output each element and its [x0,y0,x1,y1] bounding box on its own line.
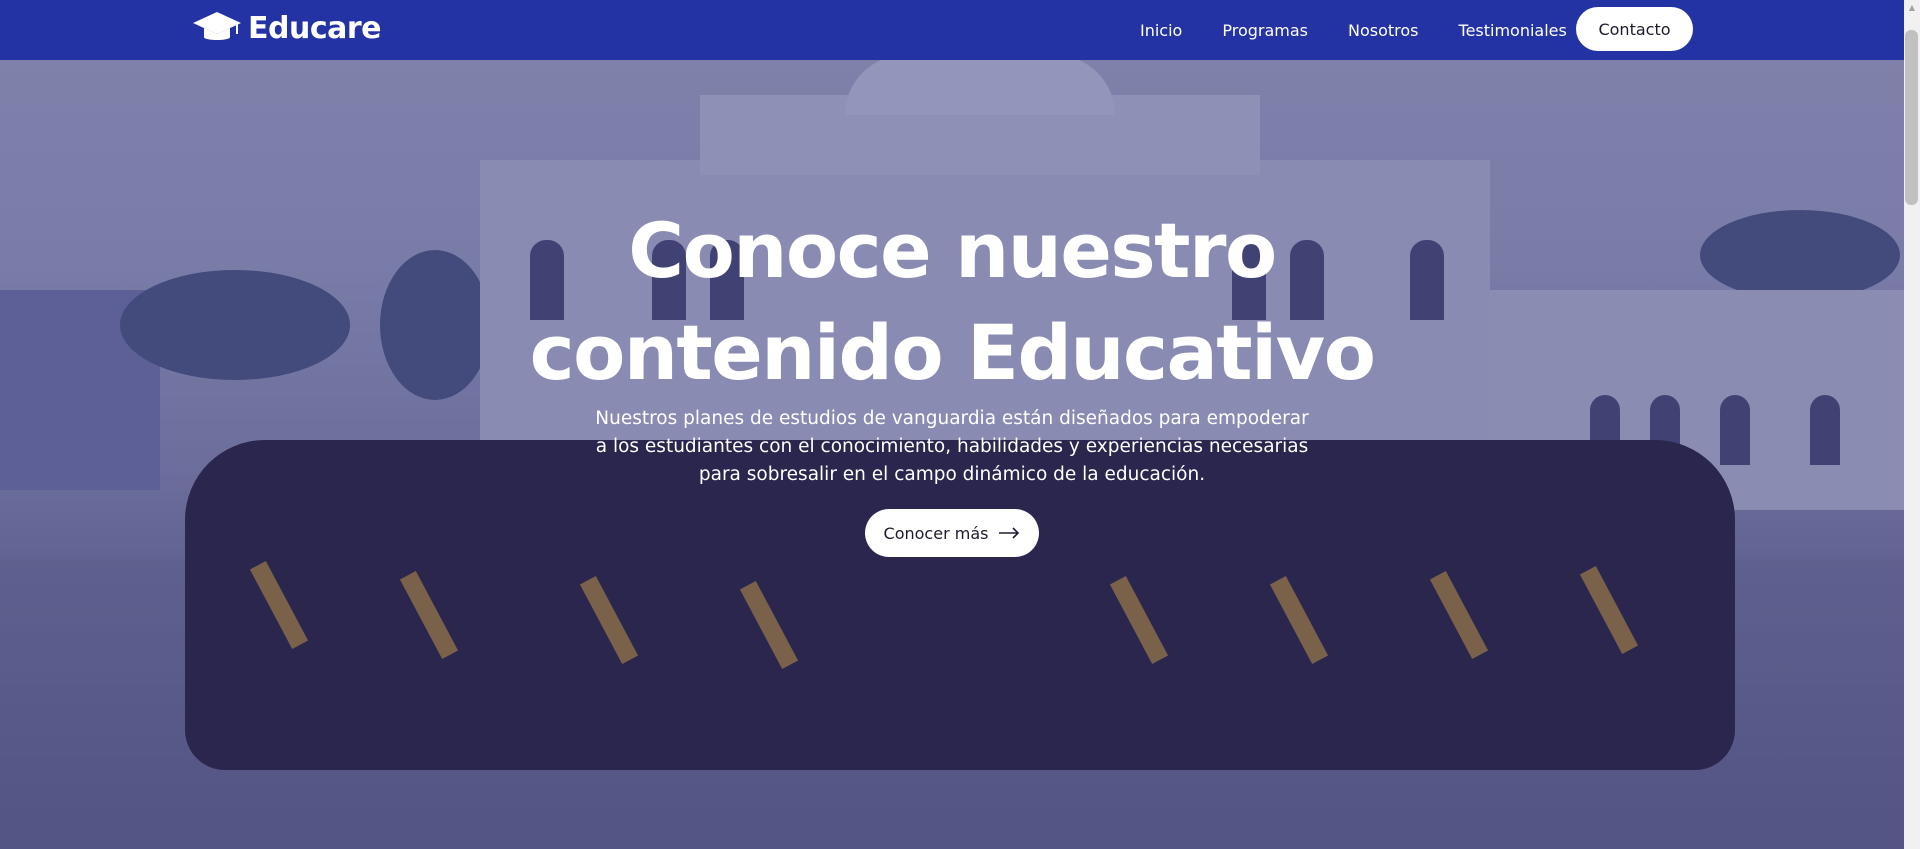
hero-description: Nuestros planes de estudios de vanguardi… [595,408,1309,485]
hero-title-line1: Conoce nuestro [628,206,1277,295]
learn-more-button[interactable]: Conocer más [865,509,1039,557]
brand-logo-link[interactable]: Educare [192,10,382,46]
graduation-cap-icon [193,12,241,40]
main-nav: Inicio Programas Nosotros Testimoniales [1140,0,1607,60]
arrow-right-icon [999,527,1020,539]
brand-name: Educare [248,10,382,46]
scrollbar-thumb[interactable] [1905,30,1918,205]
nav-link-programas[interactable]: Programas [1222,21,1308,40]
learn-more-label: Conocer más [883,523,989,543]
top-navbar: Educare Inicio Programas Nosotros Testim… [0,0,1904,60]
hero-title: Conoce nuestro contenido Educativo [452,200,1452,404]
nav-link-nosotros[interactable]: Nosotros [1348,21,1419,40]
nav-link-testimoniales[interactable]: Testimoniales [1459,21,1567,40]
contact-button[interactable]: Contacto [1576,7,1693,51]
hero-title-line2: contenido Educativo [529,308,1376,397]
scroll-up-arrow-icon[interactable]: ▲ [1904,0,1920,16]
nav-link-inicio[interactable]: Inicio [1140,21,1182,40]
